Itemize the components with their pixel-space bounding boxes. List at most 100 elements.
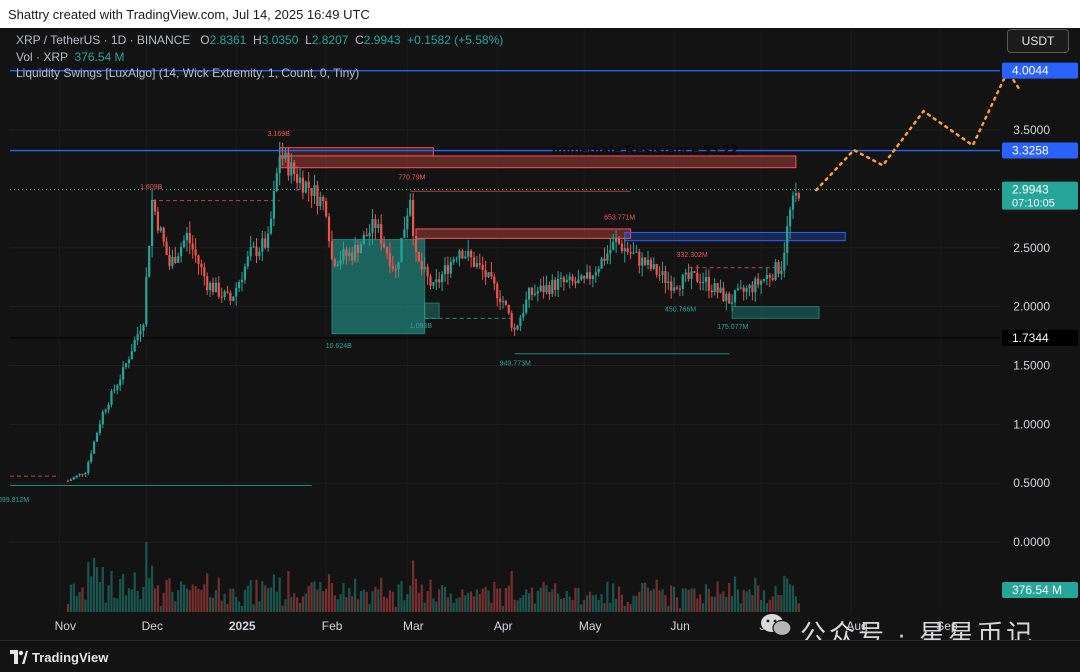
volume-bar xyxy=(156,585,159,612)
volume-bar xyxy=(264,585,267,612)
candle-body xyxy=(107,404,110,410)
volume-bar xyxy=(783,575,786,612)
volume-bar xyxy=(272,574,275,612)
volume-bar xyxy=(380,577,383,612)
volume-bar xyxy=(174,601,177,612)
volume-bar xyxy=(151,565,154,612)
candle-body xyxy=(771,277,774,280)
candle-body xyxy=(545,285,548,293)
candle-body xyxy=(658,274,661,276)
volume-bar xyxy=(333,595,336,612)
candle-body xyxy=(304,181,307,193)
volume-bar xyxy=(565,590,568,612)
candle-body xyxy=(116,385,119,390)
volume-bar xyxy=(130,589,133,612)
candle-body xyxy=(644,257,647,265)
volume-bar xyxy=(754,577,757,612)
volume-bar xyxy=(246,585,249,612)
volume-bar xyxy=(417,592,420,612)
volume-bar xyxy=(388,590,391,612)
ohlc-legend[interactable]: XRP / TetherUS · 1D · BINANCE O2.8361 H3… xyxy=(16,33,503,47)
volume-bar xyxy=(731,596,734,612)
volume-bar xyxy=(116,598,119,612)
volume-bar xyxy=(98,581,101,612)
volume-bar xyxy=(267,588,270,612)
candle-body xyxy=(760,280,763,285)
candle-body xyxy=(310,187,313,196)
candle-body xyxy=(313,185,316,196)
candle-body xyxy=(484,270,487,278)
indicator-name[interactable]: Liquidity Swings [LuxAlgo] (14, Wick Ext… xyxy=(16,66,359,80)
candle-body xyxy=(609,249,612,254)
candle-body xyxy=(403,229,406,238)
swing-label: 949.773M xyxy=(500,360,531,367)
volume-bar xyxy=(678,608,681,612)
candle-body xyxy=(586,272,589,279)
candle-body xyxy=(348,252,351,256)
currency-button[interactable]: USDT xyxy=(1007,29,1069,53)
candle-body xyxy=(501,301,505,303)
candle-body xyxy=(284,152,287,159)
volume-bar xyxy=(559,599,563,612)
volume-bar xyxy=(704,584,708,612)
candle-body xyxy=(684,272,687,275)
volume-legend[interactable]: Vol · XRP 376.54 M xyxy=(16,50,125,64)
candle-body xyxy=(449,262,452,274)
price-axis[interactable]: 3.5000 2.5000 2.0000 1.5000 1.0000 0.5000 0.00… xyxy=(1002,62,1078,598)
candle-body xyxy=(789,209,792,227)
volume-bar xyxy=(269,587,273,612)
volume-bars xyxy=(66,542,800,612)
volume-bar xyxy=(504,587,507,612)
volume-bar xyxy=(574,587,577,612)
volume-bar xyxy=(127,588,130,612)
candle-body xyxy=(287,152,290,176)
candle-body xyxy=(594,272,597,276)
volume-bar xyxy=(670,585,673,612)
volume-bar xyxy=(644,582,647,612)
volume-bar xyxy=(409,585,412,612)
indicator-legend[interactable]: Liquidity Swings [LuxAlgo] (14, Wick Ext… xyxy=(16,66,359,80)
candle-body xyxy=(603,258,606,261)
candle-body xyxy=(101,411,104,425)
volume-bar xyxy=(107,585,110,612)
candle-body xyxy=(269,218,273,234)
candle-body xyxy=(452,259,455,263)
volume-bar xyxy=(600,593,603,612)
volume-bar xyxy=(745,591,748,612)
volume-bar xyxy=(751,594,754,612)
candle-body xyxy=(119,379,122,386)
candle-body xyxy=(655,264,658,275)
volume-bar xyxy=(159,606,162,612)
volume-bar xyxy=(342,582,345,612)
volume-bar xyxy=(748,589,751,612)
volume-bar xyxy=(383,596,386,612)
volume-bar xyxy=(327,574,331,612)
candle-body xyxy=(87,461,90,474)
volume-bar xyxy=(675,597,679,612)
volume-bar xyxy=(597,599,600,612)
volume-bar xyxy=(104,602,107,612)
candle-body xyxy=(739,287,742,289)
candle-body xyxy=(693,271,696,273)
candle-body xyxy=(649,259,652,269)
symbol-name[interactable]: XRP / TetherUS · 1D · BINANCE xyxy=(16,33,190,47)
volume-bar xyxy=(742,589,745,612)
volume-bar xyxy=(516,600,519,612)
volume-bar xyxy=(165,579,168,612)
candle-body xyxy=(426,266,429,277)
volume-bar xyxy=(667,605,670,612)
volume-label: Vol · XRP xyxy=(16,50,68,64)
candle-body xyxy=(238,282,241,288)
volume-bar xyxy=(101,567,104,612)
volume-bar xyxy=(310,582,313,612)
volume-bar xyxy=(780,595,783,612)
liquidity-zones xyxy=(10,147,846,487)
candle-body xyxy=(615,238,618,242)
volume-bar xyxy=(177,590,180,612)
volume-bar xyxy=(522,594,525,612)
candlestick-chart[interactable]: Immediate Resistance $3.22 3.169B 1.609B 77… xyxy=(0,0,1080,671)
swing-label: 3.169B xyxy=(268,131,291,138)
volume-bar xyxy=(684,588,687,612)
candle-body xyxy=(745,288,748,292)
volume-bar xyxy=(661,589,664,612)
